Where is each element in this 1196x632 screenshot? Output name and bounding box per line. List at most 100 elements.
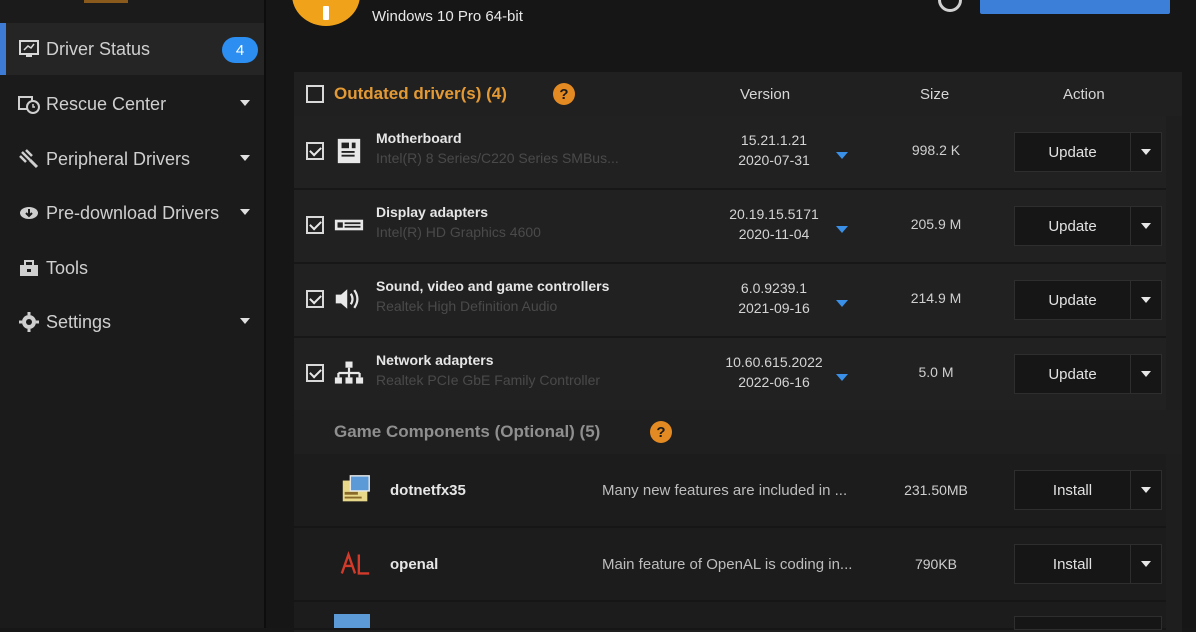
dotnet-package-icon: [338, 472, 374, 508]
outdated-title: Outdated driver(s) (4): [334, 84, 507, 103]
outdated-header: Outdated driver(s) (4) ? Version Size Ac…: [294, 72, 1182, 116]
version-dropdown-icon[interactable]: [836, 226, 848, 233]
table-row: Display adapters Intel(R) HD Graphics 46…: [294, 190, 1166, 264]
update-all-button[interactable]: [980, 0, 1170, 14]
chevron-down-icon[interactable]: [1131, 133, 1161, 171]
device-name: Motherboard: [376, 130, 462, 146]
version-date: 2022-06-16: [738, 374, 810, 390]
chevron-down-icon: [240, 155, 250, 161]
chevron-down-icon[interactable]: [1131, 471, 1161, 509]
version-number: 20.19.15.5171: [729, 206, 819, 222]
device-name: Sound, video and game controllers: [376, 278, 610, 294]
update-split-button: Update: [1014, 206, 1162, 246]
plug-icon: [18, 148, 40, 170]
component-description: Main feature of OpenAL is coding in...: [602, 556, 853, 573]
game-components-header: Game Components (Optional) (5) ?: [294, 410, 1182, 454]
sidebar-item-label: Tools: [46, 257, 89, 278]
warning-mark: [323, 6, 329, 20]
install-button[interactable]: Install: [1015, 545, 1131, 583]
install-split-button: Install: [1014, 544, 1162, 584]
chevron-down-icon: [240, 318, 250, 324]
sidebar-item-settings[interactable]: Settings: [0, 296, 264, 348]
list-item: openal Main feature of OpenAL is coding …: [294, 528, 1166, 602]
app-logo: [84, 0, 128, 3]
update-split-button: Update: [1014, 280, 1162, 320]
sidebar-item-label: Pre-download Drivers: [46, 202, 220, 223]
chevron-down-icon[interactable]: [1131, 355, 1161, 393]
chevron-down-icon: [240, 100, 250, 106]
monitor-icon: [18, 38, 40, 60]
driver-size: 998.2 K: [911, 142, 961, 158]
version-info: 15.21.1.21 2020-07-31: [694, 130, 854, 170]
row-checkbox[interactable]: [306, 364, 324, 382]
count-badge: 4: [222, 37, 258, 63]
chevron-down-icon: [240, 209, 250, 215]
version-info: 10.60.615.2022 2022-06-16: [694, 352, 854, 392]
select-all-checkbox[interactable]: [306, 85, 324, 103]
sidebar-item-tools[interactable]: Tools: [0, 242, 264, 294]
table-row: Network adapters Realtek PCIe GbE Family…: [294, 338, 1166, 412]
question-icon[interactable]: ?: [650, 421, 672, 443]
driver-size: 5.0 M: [918, 364, 954, 380]
install-split-button: Install: [1014, 470, 1162, 510]
component-description: Many new features are included in ...: [602, 482, 848, 499]
version-info: 20.19.15.5171 2020-11-04: [694, 204, 854, 244]
sidebar-item-label: Peripheral Drivers: [46, 148, 191, 169]
row-checkbox[interactable]: [306, 216, 324, 234]
chevron-down-icon[interactable]: [1131, 281, 1161, 319]
openal-logo-icon: [338, 546, 374, 582]
update-button[interactable]: Update: [1015, 355, 1131, 393]
update-split-button: Update: [1014, 354, 1162, 394]
sidebar-item-label: Rescue Center: [46, 93, 167, 114]
update-button[interactable]: Update: [1015, 281, 1131, 319]
version-date: 2021-09-16: [738, 300, 810, 316]
column-version: Version: [740, 86, 791, 103]
row-checkbox[interactable]: [306, 290, 324, 308]
help-icon[interactable]: [938, 0, 962, 12]
update-split-button: Update: [1014, 132, 1162, 172]
component-name: openal: [390, 556, 439, 573]
driver-size: 205.9 M: [910, 216, 962, 232]
version-dropdown-icon[interactable]: [836, 152, 848, 159]
sidebar-item-pre-download-drivers[interactable]: Pre-download Drivers: [0, 187, 264, 239]
sidebar: Driver Status 4 Rescue Center Peripheral…: [0, 0, 264, 628]
device-description: Intel(R) 8 Series/C220 Series SMBus...: [376, 150, 619, 166]
device-description: Realtek High Definition Audio: [376, 298, 558, 314]
table-row: Sound, video and game controllers Realte…: [294, 264, 1166, 338]
device-description: Realtek PCIe GbE Family Controller: [376, 372, 601, 388]
sidebar-item-driver-status[interactable]: Driver Status 4: [0, 23, 264, 75]
device-description: Intel(R) HD Graphics 4600: [376, 224, 541, 240]
driver-size: 214.9 M: [910, 290, 962, 306]
component-name: dotnetfx35: [390, 482, 466, 499]
sidebar-item-rescue-center[interactable]: Rescue Center: [0, 78, 264, 130]
row-checkbox[interactable]: [306, 142, 324, 160]
device-name: Network adapters: [376, 352, 494, 368]
component-size: 790KB: [914, 556, 958, 572]
sidebar-item-label: Driver Status: [46, 38, 151, 59]
update-button[interactable]: Update: [1015, 133, 1131, 171]
column-action: Action: [1063, 86, 1105, 103]
question-icon[interactable]: ?: [553, 83, 575, 105]
sidebar-item-label: Settings: [46, 311, 112, 332]
version-date: 2020-07-31: [738, 152, 810, 168]
column-size: Size: [920, 86, 950, 103]
version-dropdown-icon[interactable]: [836, 374, 848, 381]
game-components-title: Game Components (Optional) (5): [334, 422, 601, 441]
update-button[interactable]: Update: [1015, 207, 1131, 245]
download-cloud-icon: [18, 202, 40, 224]
version-date: 2020-11-04: [738, 226, 810, 242]
toolbox-icon: [18, 257, 40, 279]
list-item: dotnetfx35 Many new features are include…: [294, 454, 1166, 528]
sidebar-item-peripheral-drivers[interactable]: Peripheral Drivers: [0, 133, 264, 185]
chevron-down-icon[interactable]: [1131, 207, 1161, 245]
speaker-icon: [334, 284, 364, 314]
version-number: 10.60.615.2022: [725, 354, 823, 370]
list-item: [294, 602, 1166, 630]
device-name: Display adapters: [376, 204, 489, 220]
chevron-down-icon[interactable]: [1131, 545, 1161, 583]
install-button[interactable]: Install: [1015, 471, 1131, 509]
display-card-icon: [334, 210, 364, 240]
table-row: Motherboard Intel(R) 8 Series/C220 Serie…: [294, 116, 1166, 190]
component-size: 231.50MB: [904, 482, 968, 498]
version-dropdown-icon[interactable]: [836, 300, 848, 307]
